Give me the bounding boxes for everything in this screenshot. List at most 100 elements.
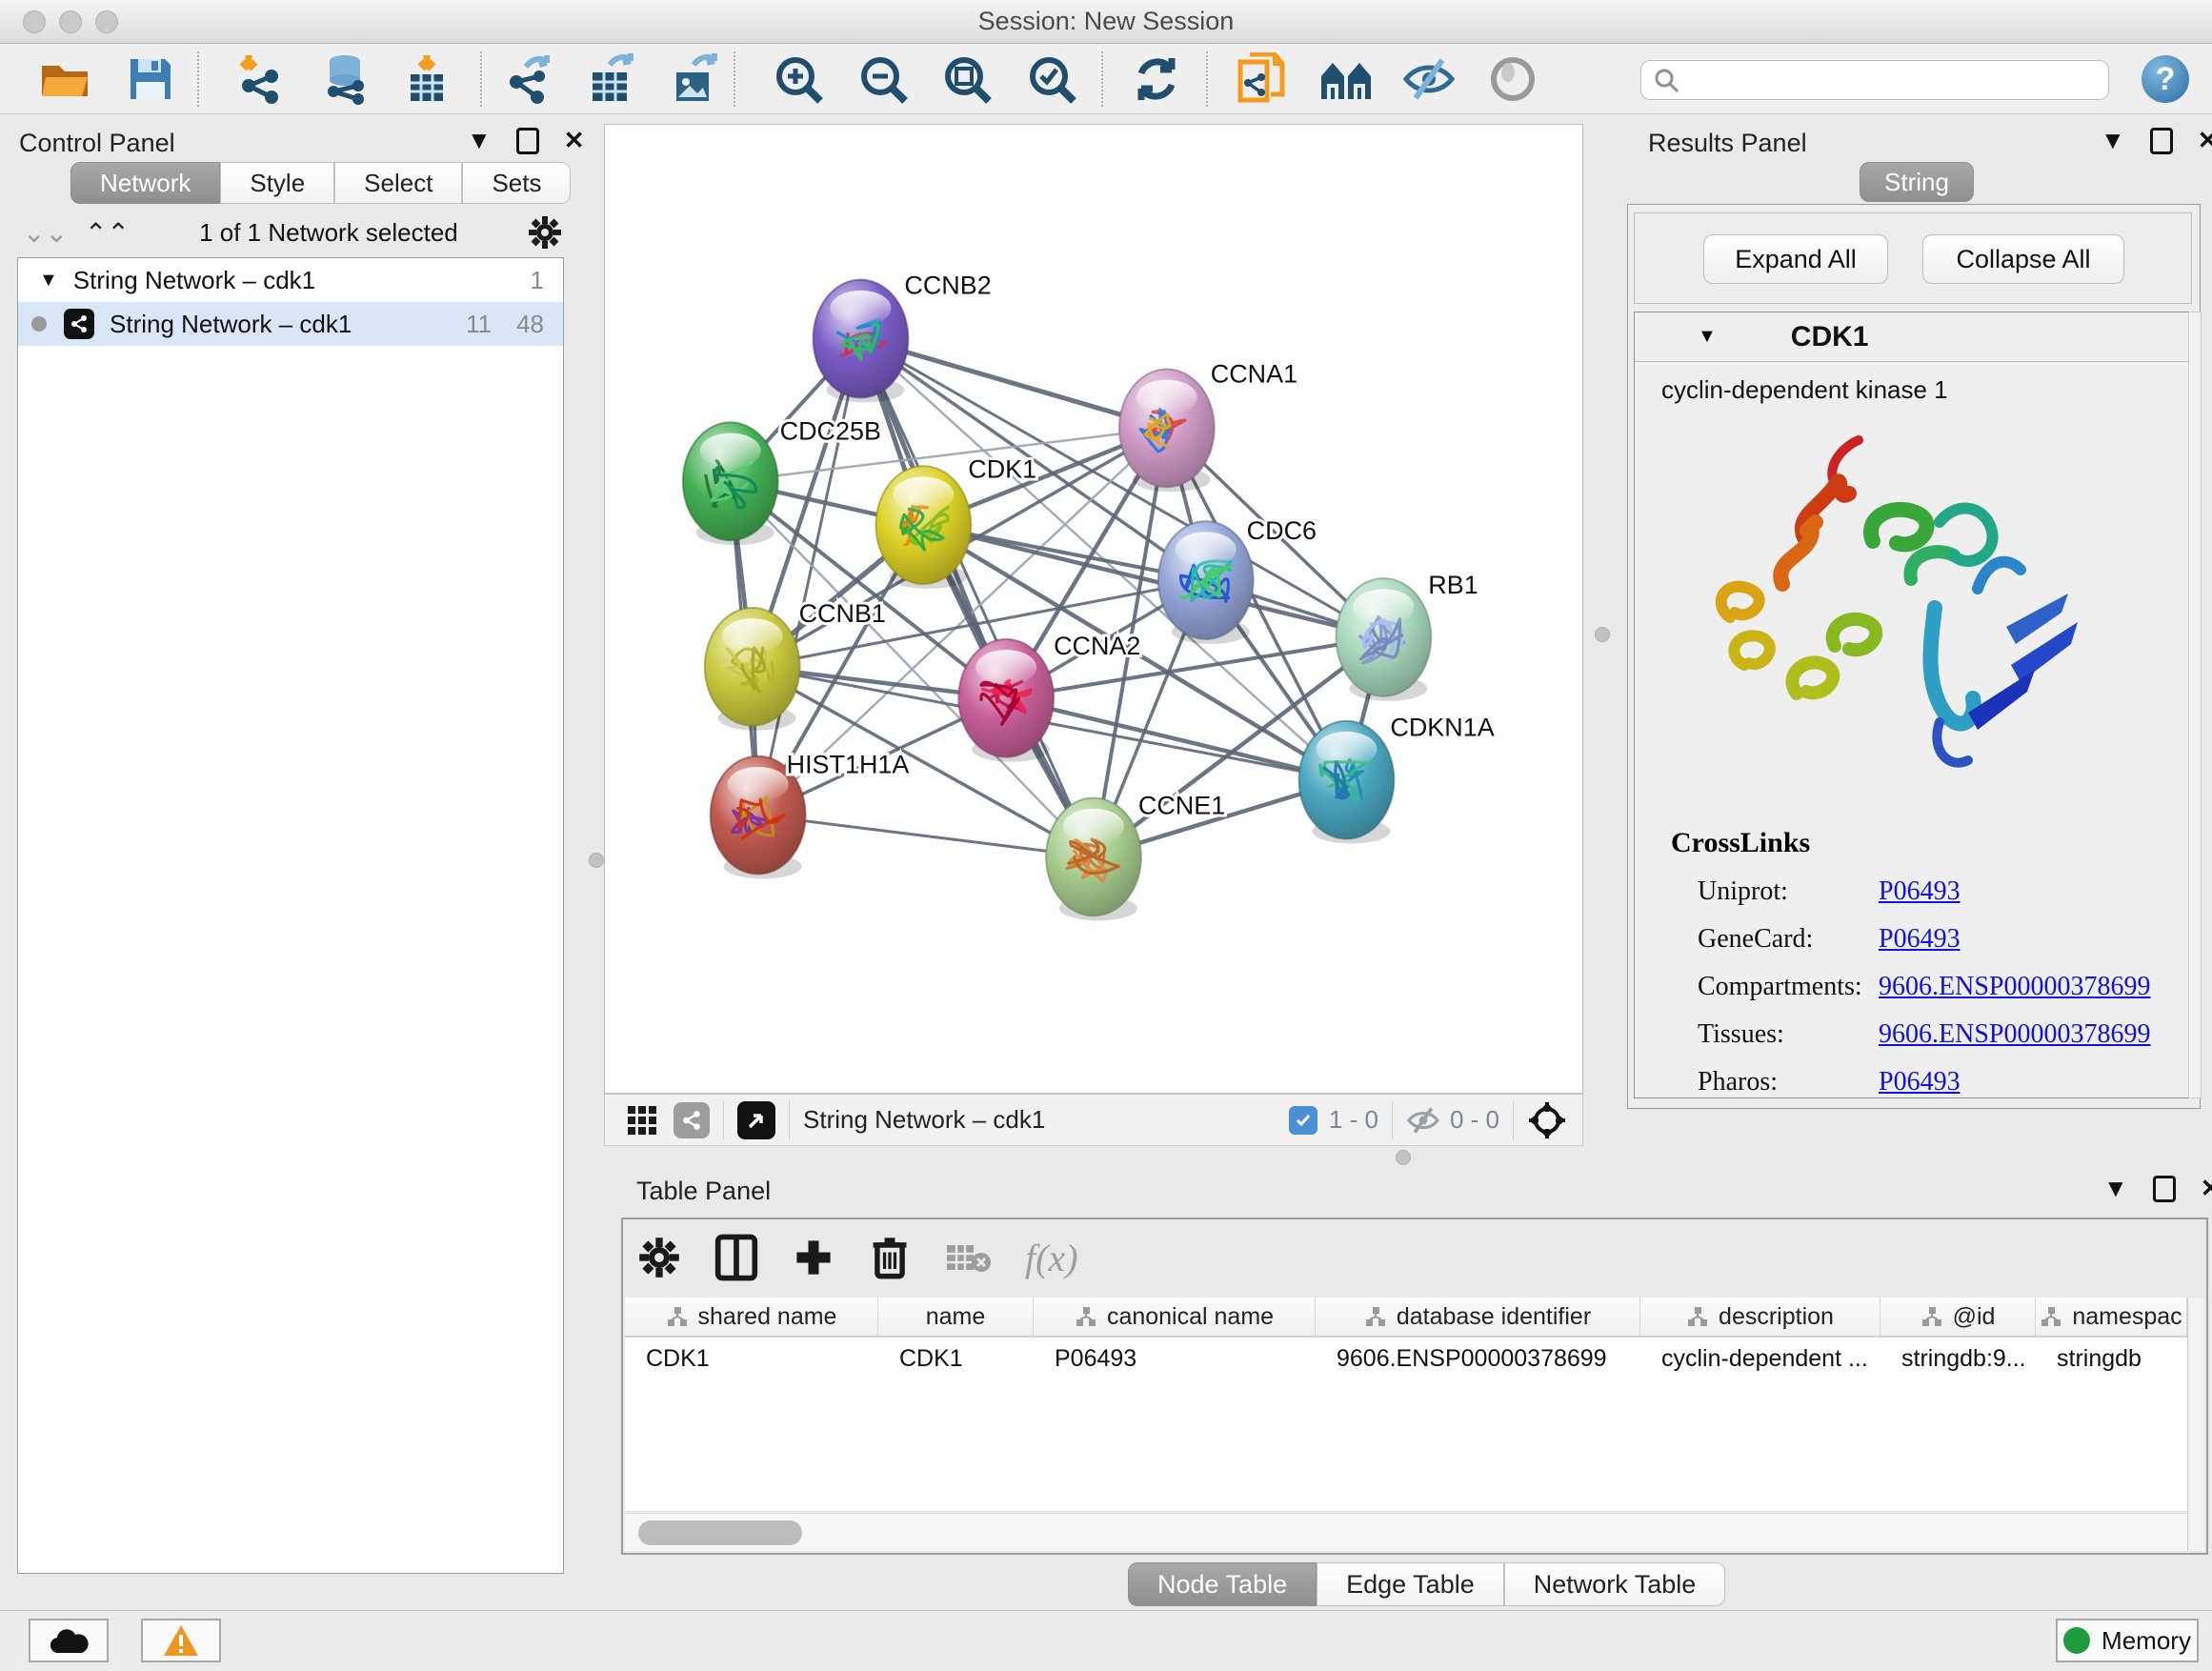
crosslink-label: Pharos: [1698, 1067, 1879, 1097]
table-horizontal-scrollbar[interactable] [625, 1513, 2187, 1551]
question-mark-glyph: ? [2156, 61, 2176, 98]
network-row[interactable]: String Network – cdk1 11 48 [18, 302, 563, 346]
crosslink-link[interactable]: 9606.ENSP00000378699 [1879, 972, 2150, 1002]
column-header-description[interactable]: description [1640, 1298, 1880, 1336]
crosslink-link[interactable]: 9606.ENSP00000378699 [1879, 1019, 2150, 1050]
gene-card-header[interactable]: ▼ CDK1 [1635, 312, 2191, 362]
first-neighbors-button[interactable] [1320, 53, 1374, 105]
memory-status-dot-icon [2063, 1627, 2090, 1654]
table-options-gear-icon[interactable] [638, 1237, 680, 1278]
cloud-status-button[interactable] [29, 1619, 109, 1662]
help-button[interactable]: ? [2142, 55, 2189, 103]
network-view-canvas[interactable]: CCNB2CCNA1CDC25BCDK1CDC6RB1CCNB1CCNA2CDK… [604, 124, 1583, 1094]
left-splitter-grip[interactable] [589, 853, 604, 868]
collapse-all-networks-icon[interactable]: ⌄⌄ [23, 217, 68, 249]
node-label-CCNB1: CCNB1 [799, 599, 886, 628]
panel-menu-icon[interactable]: ▼ [467, 126, 492, 155]
zoom-selected-button[interactable] [1025, 53, 1078, 105]
panel-menu-icon[interactable]: ▼ [2101, 126, 2125, 155]
column-header-canonical-name[interactable]: canonical name [1034, 1298, 1316, 1336]
status-bar: Memory [0, 1610, 2212, 1671]
show-columns-icon[interactable] [714, 1234, 758, 1281]
open-session-button[interactable] [38, 53, 91, 105]
clone-network-button[interactable] [1235, 53, 1288, 105]
warnings-button[interactable] [141, 1619, 221, 1662]
results-panel-title: Results Panel [1648, 129, 1807, 158]
column-header-namespac[interactable]: namespac [2036, 1298, 2187, 1336]
table-row[interactable]: CDK1CDK1P064939606.ENSP00000378699cyclin… [625, 1338, 2187, 1379]
right-splitter-grip[interactable] [1595, 627, 1610, 642]
network-tree: ▼ String Network – cdk1 1 String Network… [17, 257, 564, 1574]
apply-layout-button[interactable] [1130, 53, 1183, 105]
hide-selected-button[interactable] [1402, 53, 1456, 105]
collection-expand-arrow-icon[interactable]: ▼ [39, 270, 58, 292]
scrollbar-thumb[interactable] [638, 1520, 802, 1545]
birds-eye-view-icon[interactable] [1527, 1100, 1567, 1140]
tab-select[interactable]: Select [334, 162, 462, 204]
tab-edge-table[interactable]: Edge Table [1317, 1562, 1504, 1606]
column-label: namespac [2072, 1303, 2182, 1331]
tab-style[interactable]: Style [220, 162, 334, 204]
gene-description: cyclin-dependent kinase 1 [1635, 362, 2191, 405]
close-window-button[interactable] [23, 10, 46, 33]
delete-column-icon[interactable] [869, 1235, 911, 1280]
column-header-name[interactable]: name [878, 1298, 1034, 1336]
show-all-button[interactable] [1486, 53, 1539, 105]
tab-network-table[interactable]: Network Table [1504, 1562, 1726, 1606]
panel-float-icon[interactable] [516, 128, 539, 154]
table-vertical-scrollbar[interactable] [2187, 1298, 2204, 1551]
tab-string[interactable]: String [1860, 162, 1974, 202]
column-label: @id [1953, 1303, 1996, 1331]
expand-all-button[interactable]: Expand All [1703, 234, 1888, 284]
column-header--id[interactable]: @id [1880, 1298, 2036, 1336]
crosslink-label: Compartments: [1698, 972, 1879, 1002]
zoom-out-button[interactable] [856, 53, 910, 105]
panel-float-icon[interactable] [2150, 128, 2173, 154]
import-network-database-button[interactable] [318, 53, 372, 105]
panel-close-icon[interactable]: ✕ [564, 126, 585, 155]
panel-menu-icon[interactable]: ▼ [2103, 1174, 2128, 1203]
horizontal-splitter-grip[interactable] [1396, 1150, 1411, 1165]
crosslink-link[interactable]: P06493 [1879, 876, 1961, 907]
zoom-fit-button[interactable] [940, 53, 994, 105]
network-collection-row[interactable]: ▼ String Network – cdk1 1 [18, 258, 563, 302]
toolbar-separator [480, 51, 482, 107]
footer-separator [1392, 1101, 1393, 1139]
results-scrollbar[interactable] [2188, 312, 2202, 1098]
export-image-button[interactable] [669, 53, 722, 105]
export-table-button[interactable] [585, 53, 638, 105]
grid-view-icon[interactable] [626, 1104, 658, 1137]
memory-button[interactable]: Memory [2056, 1619, 2199, 1662]
panel-close-icon[interactable]: ✕ [2198, 126, 2212, 155]
zoom-window-button[interactable] [95, 10, 118, 33]
zoom-in-button[interactable] [772, 53, 825, 105]
network-view-footer: String Network – cdk1 1 - 0 0 - 0 [604, 1094, 1583, 1146]
gene-expand-arrow-icon[interactable]: ▼ [1698, 326, 1717, 348]
network-options-gear-icon[interactable] [528, 215, 562, 250]
import-network-file-button[interactable] [232, 53, 286, 105]
selected-checkbox-icon[interactable] [1289, 1106, 1317, 1135]
tab-sets[interactable]: Sets [462, 162, 571, 204]
table-cell: CDK1 [625, 1338, 878, 1379]
collapse-all-button[interactable]: Collapse All [1922, 234, 2124, 284]
column-header-shared-name[interactable]: shared name [625, 1298, 878, 1336]
save-session-button[interactable] [124, 53, 177, 105]
crosslink-link[interactable]: P06493 [1879, 1067, 1961, 1097]
crosslink-link[interactable]: P06493 [1879, 924, 1961, 955]
hidden-eye-slash-icon[interactable] [1406, 1106, 1440, 1135]
search-input[interactable] [1679, 67, 2089, 93]
detach-view-icon[interactable] [737, 1101, 775, 1139]
panel-close-icon[interactable]: ✕ [2201, 1174, 2212, 1203]
table-cell: P06493 [1034, 1338, 1316, 1379]
add-column-icon[interactable] [793, 1237, 835, 1278]
tab-network[interactable]: Network [70, 162, 220, 204]
column-label: shared name [698, 1303, 837, 1331]
share-view-icon[interactable] [674, 1102, 710, 1138]
minimize-window-button[interactable] [59, 10, 82, 33]
import-table-button[interactable] [400, 53, 453, 105]
export-network-button[interactable] [503, 53, 556, 105]
tab-node-table[interactable]: Node Table [1128, 1562, 1317, 1606]
column-header-database-identifier[interactable]: database identifier [1316, 1298, 1640, 1336]
panel-float-icon[interactable] [2153, 1176, 2176, 1202]
expand-all-networks-icon[interactable]: ⌃⌃ [85, 217, 130, 249]
